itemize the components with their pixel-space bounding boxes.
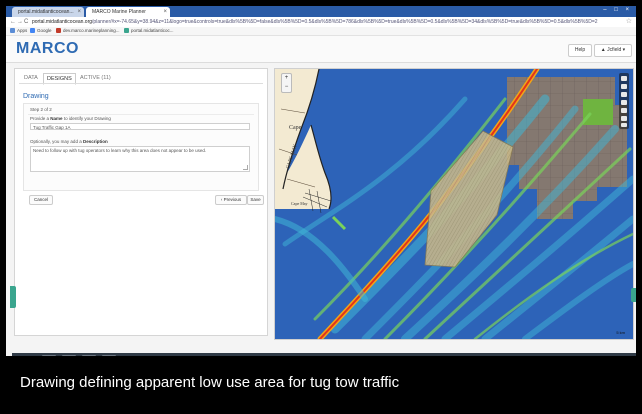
back-icon[interactable]: ← [10,17,16,27]
name-prompt: Provide a Name to identify your Drawing [30,116,111,121]
url-field[interactable]: portal.midatlanticocean.org/planner/#x=-… [32,18,622,26]
os-taskbar [12,353,636,356]
panel-toggle-tab[interactable] [10,286,16,308]
map-toolbar [619,73,629,129]
scale-bar: 5 km [616,330,625,335]
taskbar-item[interactable] [42,355,56,356]
tab-divider [19,83,263,84]
desc-prompt-bold: Description [82,139,108,144]
tab-active[interactable]: ACTIVE (11) [77,73,114,83]
resize-handle[interactable] [243,165,248,170]
reload-icon[interactable]: C [24,17,28,27]
globe-icon[interactable] [621,76,627,81]
map-side-toggle[interactable] [631,288,636,302]
map-view[interactable]: Cape CAPE MAY Cape May + − 5 km [274,68,634,340]
tab-label: MARCO Marine Planner [92,9,146,15]
designs-panel: DATA DESIGNS ACTIVE (11) Drawing Step 2 … [14,68,268,336]
bookmark-label: dev.marco.marineplanning... [63,28,120,33]
drawing-name-field[interactable]: Tug Traffic Gap 1A [30,123,250,130]
close-icon[interactable]: × [163,7,167,17]
browser-tab[interactable]: portal.midatlanticocean... × [12,7,84,17]
app-header: MARCO Help ▲ Jcfield ▾ [6,36,636,63]
desc-prompt-pre: Optionally, you may add a [30,139,82,144]
map-canvas: Cape CAPE MAY Cape May [275,69,633,339]
window-controls[interactable]: – □ × [603,7,632,13]
highlighted-cell [583,99,613,125]
print-icon[interactable] [621,116,627,121]
map-label: Cape May [291,201,308,206]
basemap-icon[interactable] [621,92,627,97]
help-button[interactable]: Help [568,44,592,57]
zoom-in-button[interactable]: + [282,74,291,83]
bookmark-label: Google [37,28,52,33]
bookmark-star-icon[interactable]: ☆ [626,17,632,27]
bookmark-google[interactable]: Google [30,27,52,35]
apps-icon [10,28,15,34]
name-prompt-post: to identify your Drawing [63,116,111,121]
video-caption: Drawing defining apparent low use area f… [20,374,400,391]
panel-title: Drawing [23,93,49,100]
bookmarks-bar: Apps Google dev.marco.marineplanning... … [6,27,636,36]
description-text: Need to follow up with tug operators to … [33,148,207,153]
step-indicator: Step 2 of 2 [30,107,52,112]
zoom-out-button[interactable]: − [282,83,291,92]
browser-tab-active[interactable]: MARCO Marine Planner × [86,7,170,17]
browser-tab-bar: portal.midatlanticocean... × MARCO Marin… [6,6,636,17]
description-textarea[interactable]: Need to follow up with tug operators to … [30,146,250,172]
bookmark-label: Apps [17,28,28,33]
identify-icon[interactable] [621,108,627,113]
bookmark-icon [56,28,61,34]
zoom-control[interactable]: + − [281,73,292,93]
google-icon [30,28,35,34]
layers-icon[interactable] [621,84,627,89]
browser-window: portal.midatlanticocean... × MARCO Marin… [6,6,636,356]
bookmark-icon [124,28,129,34]
forward-icon[interactable]: → [17,17,23,27]
tab-label: portal.midatlanticocean... [18,9,74,15]
bookmark-apps[interactable]: Apps [10,27,27,35]
bookmark-label: portal.midatlanticoc... [131,28,174,33]
measure-icon[interactable] [621,100,627,105]
fullscreen-icon[interactable] [621,123,627,127]
taskbar-item[interactable] [102,355,116,356]
drawing-form: Step 2 of 2 Provide a Name to identify y… [23,103,259,191]
name-prompt-bold: Name [50,116,63,121]
description-prompt: Optionally, you may add a Description [30,139,108,144]
marco-logo[interactable]: MARCO [16,40,79,58]
user-menu-button[interactable]: ▲ Jcfield ▾ [594,44,632,57]
name-prompt-pre: Provide a [30,116,50,121]
divider [28,114,254,115]
video-frame: portal.midatlanticocean... × MARCO Marin… [0,0,642,414]
previous-button[interactable]: ‹ Previous [215,195,247,205]
url-path: /planner/#x=-74.65&y=38.94&z=11&logo=tru… [92,19,598,25]
bookmark-portal[interactable]: portal.midatlanticoc... [124,27,174,35]
bookmark-dev-marco[interactable]: dev.marco.marineplanning... [56,27,119,35]
url-host: portal.midatlanticocean.org [32,19,93,25]
taskbar-item[interactable] [62,355,76,356]
taskbar-item[interactable] [82,355,96,356]
map-label: Cape [289,125,302,131]
tab-data[interactable]: DATA [21,73,41,83]
cancel-button[interactable]: Cancel [29,195,53,205]
close-icon[interactable]: × [77,7,81,17]
save-button[interactable]: Save [247,195,264,205]
